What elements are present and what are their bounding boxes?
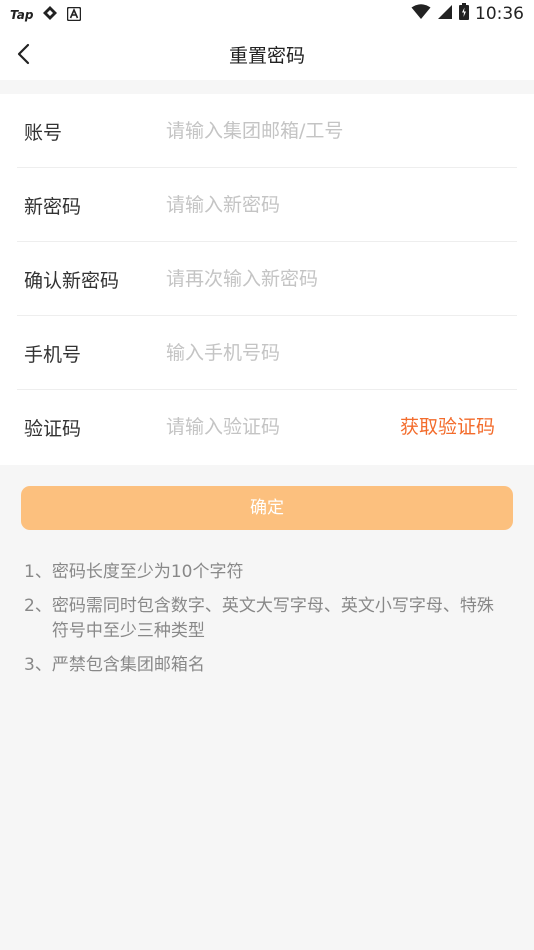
verification-code-label: 验证码	[24, 418, 82, 440]
reset-password-form: 账号 新密码 确认新密码 手机号 验证码 获取验证码	[0, 94, 534, 465]
reset-password-screen: Tap 10:36 重置密码 账号 请输入集团邮箱/工号 新密码 确认新密码 手…	[0, 0, 534, 950]
verification-code-input[interactable]	[166, 412, 366, 442]
confirm-password-input[interactable]	[166, 264, 396, 294]
font-a-icon	[67, 6, 82, 25]
rule-item: 3、 严禁包含集团邮箱名	[24, 653, 504, 678]
status-bar-right: 10:36	[411, 3, 524, 24]
password-rules: 1、 密码长度至少为10个字符 2、 密码需同时包含数字、英文大写字母、英文小写…	[24, 560, 504, 687]
rule-text: 严禁包含集团邮箱名	[51, 655, 205, 675]
clock-time: 10:36	[475, 3, 524, 24]
tap-app-icon: Tap	[10, 8, 34, 22]
status-bar: Tap 10:36	[0, 0, 534, 28]
verification-code-row: 验证码 获取验证码	[17, 390, 517, 464]
rule-number: 2、	[24, 596, 52, 616]
battery-icon	[459, 3, 469, 24]
phone-input[interactable]	[166, 338, 396, 368]
rule-number: 3、	[24, 655, 52, 675]
account-row: 账号	[17, 94, 517, 168]
account-label: 账号	[24, 122, 63, 144]
account-input[interactable]	[166, 116, 396, 146]
sync-icon	[42, 5, 58, 25]
rule-item: 2、 密码需同时包含数字、英文大写字母、英文小写字母、特殊符号中至少三种类型	[24, 594, 504, 644]
confirm-password-row: 确认新密码	[17, 242, 517, 316]
phone-label: 手机号	[24, 344, 82, 366]
page-title: 重置密码	[228, 45, 305, 67]
new-password-input[interactable]	[166, 190, 396, 220]
wifi-icon	[411, 3, 431, 24]
new-password-row: 新密码	[17, 168, 517, 242]
new-password-label: 新密码	[24, 196, 82, 218]
confirm-password-label: 确认新密码	[24, 270, 120, 292]
navigation-bar: 重置密码	[0, 28, 534, 80]
confirm-button[interactable]: 确定	[21, 486, 513, 530]
rule-text: 密码需同时包含数字、英文大写字母、英文小写字母、特殊符号中至少三种类型	[51, 596, 494, 641]
signal-icon	[437, 4, 453, 24]
rule-text: 密码长度至少为10个字符	[51, 562, 244, 582]
get-code-button[interactable]: 获取验证码	[400, 412, 495, 439]
phone-row: 手机号	[17, 316, 517, 390]
status-bar-left: Tap	[10, 5, 82, 25]
rule-number: 1、	[24, 562, 52, 582]
rule-item: 1、 密码长度至少为10个字符	[24, 560, 504, 585]
